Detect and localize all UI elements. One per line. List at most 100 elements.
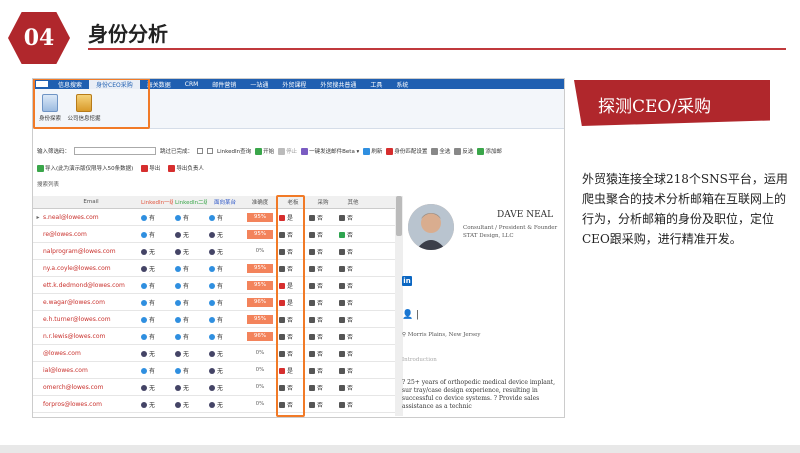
facebook-cell: 无 <box>207 400 241 409</box>
export-owner-button[interactable]: 导出负责人 <box>168 164 204 172</box>
facebook-cell: 无 <box>207 383 241 392</box>
facebook-cell: 无 <box>207 247 241 256</box>
linkedin1-cell: 无 <box>139 247 173 256</box>
table-row[interactable]: ett.k.dedmond@lowes.com 有有有 95% 是否否 <box>33 277 403 294</box>
export-button[interactable]: 导出 <box>141 164 160 172</box>
add-button[interactable]: 添加邮 <box>477 147 502 155</box>
table-row[interactable]: forpros@lowes.com 无无无 0% 否否否 <box>33 396 403 413</box>
email-cell[interactable]: nalprogram@lowes.com <box>41 248 139 255</box>
col-other[interactable]: 其他 <box>337 198 367 206</box>
email-cell[interactable]: forpros@lowes.com <box>41 401 139 408</box>
profile-bio: ? 25+ years of orthopedic medical device… <box>402 379 556 410</box>
email-cell[interactable]: omerch@lowes.com <box>41 384 139 391</box>
filter-input[interactable] <box>74 147 157 155</box>
email-cell[interactable]: n.r.lewis@lowes.com <box>41 333 139 340</box>
table-row[interactable]: ▸ s.neal@lowes.com 有有有 95% 是否否 <box>33 209 403 226</box>
export-icon <box>141 165 149 172</box>
purchase-cell: 否 <box>307 366 337 375</box>
linkedin-checkbox[interactable] <box>207 148 214 154</box>
table-row[interactable]: re@lowes.com 有无无 95% 否否否 <box>33 226 403 243</box>
toolbar-import: 导入(此为演示版仅限导入50条数据) 导出 导出负责人 <box>33 162 204 174</box>
col-email[interactable]: Email <box>41 199 139 205</box>
col-accuracy[interactable]: 准确度 <box>241 198 277 206</box>
col-purchase[interactable]: 采购 <box>307 198 337 206</box>
skip-done-checkbox[interactable] <box>197 148 204 154</box>
purchase-cell: 否 <box>307 281 337 290</box>
intro-label: Introduction <box>402 357 437 363</box>
invert-select-button[interactable]: 反选 <box>454 147 473 155</box>
start-button[interactable]: 开始 <box>255 147 274 155</box>
title-divider <box>88 48 786 50</box>
import-button[interactable]: 导入(此为演示版仅限导入50条数据) <box>37 164 133 172</box>
email-cell[interactable]: e.wagar@lowes.com <box>41 299 139 306</box>
email-cell[interactable]: ial@lowes.com <box>41 367 139 374</box>
linkedin2-cell: 有 <box>173 213 207 222</box>
linkedin-query-label: LinkedIn查询 <box>217 149 252 155</box>
table-row[interactable]: ny.a.coyle@lowes.com 无有有 95% 否否否 <box>33 260 403 277</box>
linkedin2-cell: 有 <box>173 332 207 341</box>
facebook-cell: 无 <box>207 230 241 239</box>
email-cell[interactable]: s.neal@lowes.com <box>41 214 139 221</box>
linkedin1-cell: 有 <box>139 230 173 239</box>
linkedin2-cell: 无 <box>173 400 207 409</box>
app-screenshot: 信息搜索 身份CEO采购 海关数据 CRM 邮件营销 一站通 外贸课程 外贸搜共… <box>32 78 565 418</box>
select-all-button[interactable]: 全选 <box>431 147 450 155</box>
menu-item-search-share[interactable]: 外贸搜共普通 <box>313 80 363 89</box>
purchase-cell: 否 <box>307 417 337 418</box>
email-cell[interactable]: @lowes.com <box>41 350 139 357</box>
result-grid: Email LinkedIn一级 LinkedIn二级 面向某台 准确度 老板 … <box>33 196 403 418</box>
col-linkedin2[interactable]: LinkedIn二级 <box>173 198 207 206</box>
other-cell: 否 <box>337 315 367 324</box>
col-facebook[interactable]: 面向某台 <box>207 198 241 206</box>
menu-item-email[interactable]: 邮件营销 <box>205 80 243 89</box>
table-row[interactable]: e.h.turner@lowes.com 有有有 95% 否否否 <box>33 311 403 328</box>
feature-description: 外贸猿连接全球218个SNS平台，运用爬虫聚合的技术分析邮箱在互联网上的行为，分… <box>582 172 788 246</box>
table-row[interactable]: @lowes.com 无无无 0% 否否否 <box>33 345 403 362</box>
facebook-cell: 有 <box>207 264 241 273</box>
menu-item-onestop[interactable]: 一站通 <box>243 80 275 89</box>
other-cell: 否 <box>337 349 367 358</box>
send-mail-button[interactable]: 一键发送邮件Beta ▾ <box>301 147 359 155</box>
table-row[interactable]: e.wagar@lowes.com 有有有 96% 是否否 <box>33 294 403 311</box>
table-row[interactable]: nalprogram@lowes.com 无无无 0% 否否否 <box>33 243 403 260</box>
linkedin1-cell: 无 <box>139 400 173 409</box>
email-cell[interactable]: ny.a.coyle@lowes.com <box>41 265 139 272</box>
col-linkedin1[interactable]: LinkedIn一级 <box>139 198 173 206</box>
facebook-cell: 有 <box>207 315 241 324</box>
purchase-cell: 否 <box>307 247 337 256</box>
accuracy-cell: 95% <box>241 229 277 239</box>
menu-item-tools[interactable]: 工具 <box>363 80 389 89</box>
menu-item-system[interactable]: 系统 <box>389 80 415 89</box>
table-row[interactable]: n.r.lewis@lowes.com 有有有 96% 否否否 <box>33 328 403 345</box>
table-row[interactable]: ial@lowes.com 有有无 0% 是否否 <box>33 362 403 379</box>
linkedin2-cell: 有 <box>173 264 207 273</box>
linkedin-icon[interactable]: in <box>402 276 412 286</box>
identity-setting-button[interactable]: 身份匹配设置 <box>386 147 427 155</box>
table-row[interactable]: omerch@lowes.com 无无无 0% 否否否 <box>33 379 403 396</box>
linkedin2-cell: 无 <box>173 230 207 239</box>
table-row[interactable]: 有有无0%否否否 <box>33 413 403 418</box>
email-cell[interactable]: re@lowes.com <box>41 231 139 238</box>
other-cell: 否 <box>337 383 367 392</box>
accuracy-cell: 96% <box>241 297 277 307</box>
other-cell: 否 <box>337 213 367 222</box>
purchase-cell: 否 <box>307 400 337 409</box>
purchase-cell: 否 <box>307 230 337 239</box>
facebook-cell: 有 <box>207 298 241 307</box>
email-cell[interactable]: e.h.turner@lowes.com <box>41 316 139 323</box>
menu-item-course[interactable]: 外贸课程 <box>275 80 313 89</box>
email-cell[interactable]: ett.k.dedmond@lowes.com <box>41 282 139 289</box>
identity-setting-icon <box>386 148 394 155</box>
accuracy-cell: 0% <box>255 247 265 254</box>
stop-button[interactable]: 停止 <box>278 147 297 155</box>
purchase-cell: 否 <box>307 349 337 358</box>
linkedin1-cell: 无 <box>139 383 173 392</box>
facebook-cell: 无 <box>207 349 241 358</box>
accuracy-cell: 0% <box>255 400 265 407</box>
linkedin1-cell: 无 <box>139 349 173 358</box>
invert-icon <box>454 148 462 155</box>
linkedin2-cell: 无 <box>173 349 207 358</box>
refresh-button[interactable]: 刷新 <box>363 147 382 155</box>
menu-item-crm[interactable]: CRM <box>178 81 206 88</box>
accuracy-cell: 95% <box>241 280 277 290</box>
